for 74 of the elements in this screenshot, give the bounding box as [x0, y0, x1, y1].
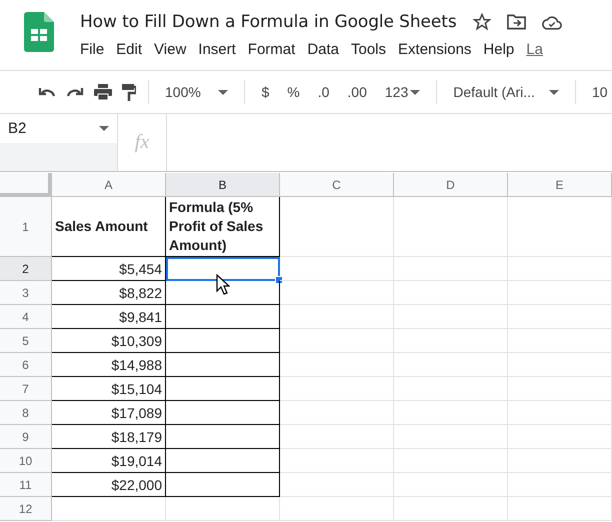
table-cell[interactable]: $18,179: [52, 425, 166, 449]
undo-icon[interactable]: [38, 87, 56, 97]
menu-item[interactable]: Format: [242, 39, 302, 60]
caret-icon: [548, 90, 559, 94]
sheets-logo-icon[interactable]: [24, 12, 54, 52]
row-header[interactable]: 7: [0, 377, 52, 401]
menu-item[interactable]: Insert: [192, 39, 242, 60]
row-header[interactable]: 10: [0, 449, 52, 473]
print-icon[interactable]: [94, 84, 112, 100]
caret-icon: [99, 126, 109, 131]
decrease-decimal-button[interactable]: .0: [314, 80, 334, 104]
caret-icon: [410, 90, 420, 94]
column-header[interactable]: D: [394, 173, 508, 197]
cloud-check-icon[interactable]: [542, 14, 562, 30]
select-all-corner[interactable]: [0, 173, 52, 197]
table-cell[interactable]: $5,454: [52, 257, 166, 281]
name-box[interactable]: B2: [0, 114, 117, 143]
font-size-field[interactable]: 10: [588, 80, 612, 104]
menu-item[interactable]: Extensions: [392, 39, 478, 60]
table-cell[interactable]: Formula (5% Profit of Sales Amount): [166, 197, 280, 257]
menu-item[interactable]: Data: [301, 39, 345, 60]
empty-cell[interactable]: [166, 425, 280, 449]
more-formats-dropdown[interactable]: 123: [380, 80, 424, 104]
table-cell[interactable]: $9,841: [52, 305, 166, 329]
empty-cell[interactable]: [166, 449, 280, 473]
font-dropdown[interactable]: Default (Ari...: [449, 80, 563, 104]
increase-decimal-button[interactable]: .00: [343, 80, 371, 104]
column-header[interactable]: E: [508, 173, 612, 197]
empty-cell[interactable]: [166, 377, 280, 401]
empty-cell[interactable]: [166, 329, 280, 353]
empty-cell[interactable]: [166, 305, 280, 329]
zoom-dropdown[interactable]: 100%: [161, 80, 232, 104]
caret-icon: [218, 90, 228, 94]
row-header[interactable]: 2: [0, 257, 52, 281]
row-header[interactable]: 9: [0, 425, 52, 449]
row-header[interactable]: 11: [0, 473, 52, 497]
star-icon[interactable]: [472, 13, 491, 31]
mouse-pointer-icon: [216, 274, 230, 295]
row-header[interactable]: 4: [0, 305, 52, 329]
empty-cell[interactable]: [166, 353, 280, 377]
row-header[interactable]: 1: [0, 197, 52, 257]
fill-handle[interactable]: [275, 276, 283, 284]
redo-icon[interactable]: [66, 87, 84, 97]
folder-icon[interactable]: [506, 14, 526, 30]
currency-button[interactable]: $: [257, 80, 274, 104]
table-cell[interactable]: $14,988: [52, 353, 166, 377]
table-cell[interactable]: $8,822: [52, 281, 166, 305]
table-cell[interactable]: $19,014: [52, 449, 166, 473]
menu-item[interactable]: File: [74, 39, 110, 60]
menu-item[interactable]: Tools: [345, 39, 392, 60]
empty-cell[interactable]: [166, 473, 280, 497]
empty-cell[interactable]: [166, 401, 280, 425]
row-header[interactable]: 6: [0, 353, 52, 377]
row-header[interactable]: 5: [0, 329, 52, 353]
menu-item[interactable]: View: [148, 39, 192, 60]
paint-format-icon[interactable]: [122, 84, 136, 100]
column-header[interactable]: A: [52, 173, 166, 197]
fx-label: fx: [118, 114, 167, 171]
last-edit-link[interactable]: La: [520, 39, 549, 60]
selected-cell[interactable]: [166, 257, 280, 281]
percent-button[interactable]: %: [283, 80, 304, 104]
column-header[interactable]: C: [280, 173, 394, 197]
menu-item[interactable]: Edit: [110, 39, 148, 60]
row-header[interactable]: 3: [0, 281, 52, 305]
table-cell[interactable]: $17,089: [52, 401, 166, 425]
row-header[interactable]: 8: [0, 401, 52, 425]
table-cell[interactable]: Sales Amount: [52, 197, 166, 257]
column-header[interactable]: B: [166, 173, 280, 197]
table-cell[interactable]: $10,309: [52, 329, 166, 353]
row-header[interactable]: 12: [0, 497, 52, 521]
table-cell[interactable]: $15,104: [52, 377, 166, 401]
document-title[interactable]: How to Fill Down a Formula in Google Sheets: [80, 12, 457, 32]
table-cell[interactable]: $22,000: [52, 473, 166, 497]
menu-item[interactable]: Help: [477, 39, 520, 60]
